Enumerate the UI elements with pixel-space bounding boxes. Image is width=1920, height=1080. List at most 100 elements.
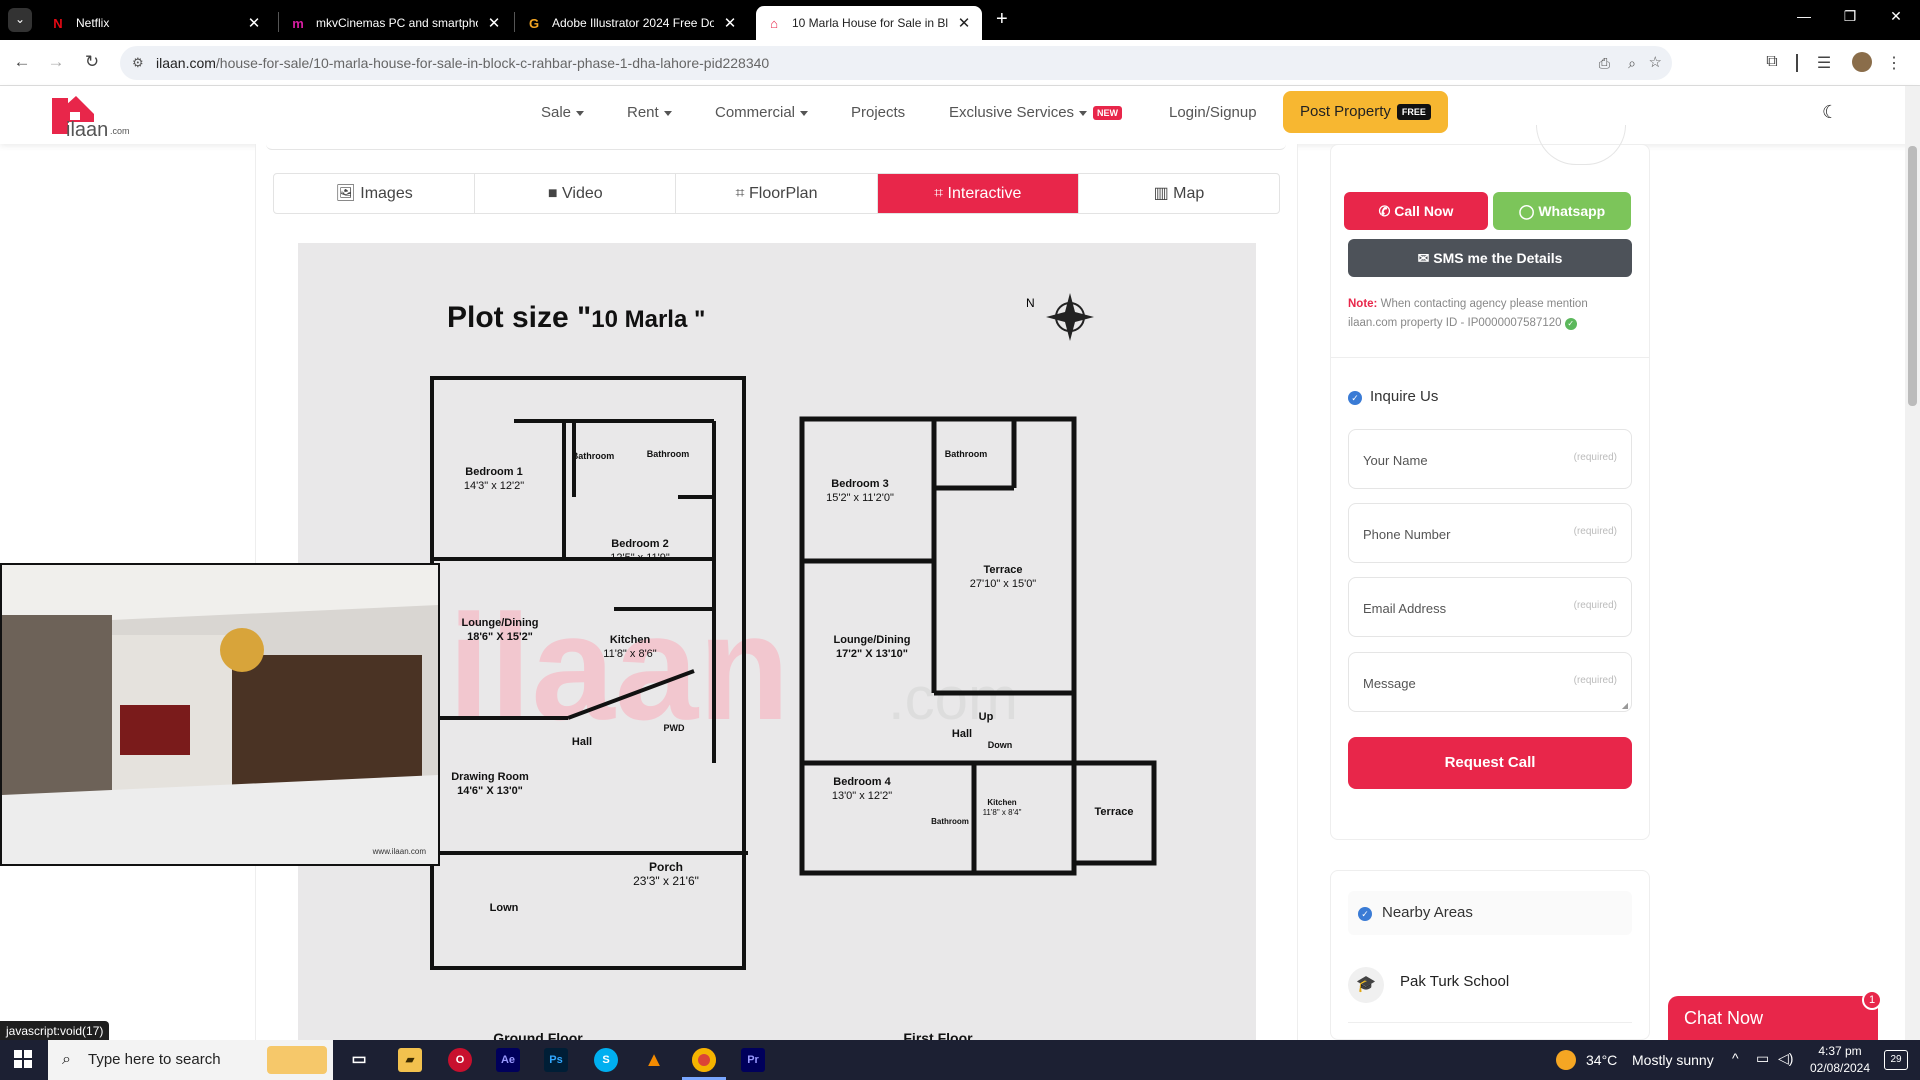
check-circle-icon: ✓ [1358,907,1372,921]
tab-title: 10 Marla House for Sale in Bloc [792,16,948,30]
room-name: Terrace [1095,806,1134,818]
tab-mkvcinemas[interactable]: m mkvCinemas PC and smartphon ✕ [280,6,512,40]
vlc-icon[interactable]: ▲ [642,1048,666,1072]
profile-avatar[interactable] [1852,52,1872,72]
browser-tab-strip: ⌄ N Netflix ✕ m mkvCinemas PC and smartp… [0,0,1920,40]
clock-date[interactable]: 02/08/2024 [1808,1061,1872,1075]
request-call-button[interactable]: Request Call [1348,737,1632,789]
skype-icon[interactable]: S [594,1048,618,1072]
network-icon[interactable]: ▭ [1756,1050,1769,1067]
room-name: PWD [664,723,685,733]
room-name: Terrace [984,564,1023,576]
room-size: 11'8" x 8'4" [983,808,1022,817]
phone-number-field[interactable]: Phone Number (required) [1348,503,1632,563]
nearby-item[interactable]: 🎓 Pak Turk School [1348,967,1632,1023]
windows-start-icon[interactable] [14,1050,32,1068]
install-app-icon[interactable]: ⎙ [1599,46,1610,80]
premiere-icon[interactable]: Pr [741,1048,765,1072]
contact-sidebar: ✆ Call Now ◯ Whatsapp ✉ SMS me the Detai… [1330,125,1650,840]
address-bar[interactable]: ⚙ ilaan.com/house-for-sale/10-marla-hous… [120,46,1672,80]
tab-netflix[interactable]: N Netflix ✕ [40,6,272,40]
room-name: Drawing Room [451,771,529,783]
svg-text:ilaan: ilaan [66,119,108,140]
nav-projects[interactable]: Projects [851,104,905,121]
whatsapp-button[interactable]: ◯ Whatsapp [1493,192,1631,230]
nav-rent[interactable]: Rent [627,104,672,121]
tray-chevron-icon[interactable]: ^ [1732,1050,1739,1066]
tab-ilaan[interactable]: ⌂ 10 Marla House for Sale in Bloc ✕ [756,6,982,40]
close-icon[interactable]: ✕ [956,14,972,32]
room-size: 27'10" x 15'0" [970,578,1037,590]
plot-size-label: Plot size " [447,301,591,334]
nearby-areas-header: ✓ Nearby Areas [1348,891,1632,935]
room-size: 12'5" x 11'9" [610,552,670,564]
extensions-icon[interactable]: ⧉ [1762,53,1782,71]
resize-handle-icon[interactable]: ◢ [1622,701,1628,710]
room-size: 17'2" X 13'10" [836,648,908,660]
tab-video[interactable]: ■ Video [475,174,677,213]
close-icon[interactable]: ✕ [246,14,262,32]
page-scrollbar[interactable] [1905,86,1920,1040]
restore-icon[interactable]: ❐ [1830,8,1870,32]
opera-icon[interactable]: O [448,1048,472,1072]
back-icon[interactable]: ← [12,52,32,72]
tab-interactive[interactable]: ⌗ Interactive [877,174,1079,213]
tab-images[interactable]: 🖼 Images [274,174,476,213]
clock-time[interactable]: 4:37 pm [1808,1044,1872,1058]
minimize-icon[interactable]: — [1784,8,1824,32]
chrome-icon[interactable] [692,1048,716,1072]
floor-plan-drawing: ilaan .com Plot size "10 Marla " N Bedro… [430,293,1157,1046]
interactive-icon: ⌗ [934,185,948,202]
nav-login-signup[interactable]: Login/Signup [1169,104,1257,121]
field-placeholder: Message [1363,676,1416,691]
browser-toolbar: ← → ↻ ⚙ ilaan.com/house-for-sale/10-marl… [0,40,1920,86]
close-window-icon[interactable]: ✕ [1876,8,1916,32]
site-info-icon[interactable]: ⚙ [132,46,144,80]
room-name: Bedroom 2 [611,538,668,550]
menu-icon[interactable]: ⋮ [1884,53,1904,73]
ilaan-logo[interactable]: ilaan .com [52,92,130,141]
watermark-com: .com [888,665,1018,732]
chevron-down-icon [576,110,585,116]
new-badge: NEW [1093,106,1123,121]
room-size: 15'2" x 11'2'0" [826,492,894,504]
sms-details-button[interactable]: ✉ SMS me the Details [1348,239,1632,277]
room-size: 14'3" x 12'2" [464,480,524,492]
forward-icon[interactable]: → [46,52,66,72]
task-view-icon[interactable]: ▭ [347,1048,371,1072]
scrollbar-thumb[interactable] [1908,146,1917,406]
nav-sale[interactable]: Sale [541,104,585,121]
tab-search-button[interactable]: ⌄ [8,8,32,32]
reading-list-icon[interactable]: ☰ [1814,53,1834,73]
your-name-field[interactable]: Your Name (required) [1348,429,1632,489]
call-now-button[interactable]: ✆ Call Now [1344,192,1488,230]
after-effects-icon[interactable]: Ae [496,1048,520,1072]
file-explorer-icon[interactable]: ▰ [398,1048,422,1072]
volume-icon[interactable]: ◁) [1778,1050,1793,1067]
reload-icon[interactable]: ↻ [82,52,102,72]
close-icon[interactable]: ✕ [722,14,738,32]
email-address-field[interactable]: Email Address (required) [1348,577,1632,637]
photoshop-icon[interactable]: Ps [544,1048,568,1072]
floor-plan-image[interactable]: ilaan .com Plot size "10 Marla " N Bedro… [298,243,1256,1046]
tab-title: Netflix [76,16,110,30]
new-tab-button[interactable]: + [996,8,1008,31]
dark-mode-icon[interactable]: ☾ [1822,102,1838,123]
nav-exclusive-services[interactable]: Exclusive Services NEW [949,104,1123,121]
tab-getintopc[interactable]: G Adobe Illustrator 2024 Free Do ✕ [516,6,748,40]
verified-icon: ✓ [1564,318,1577,330]
bookmark-star-icon[interactable]: ☆ [1649,46,1662,80]
chat-now-button[interactable]: Chat Now 1 [1668,990,1882,1040]
nav-commercial[interactable]: Commercial [715,104,809,121]
notification-icon[interactable]: 29 [1884,1050,1908,1070]
post-property-button[interactable]: Post Property FREE [1283,91,1448,133]
url-path: /house-for-sale/10-marla-house-for-sale-… [215,55,770,71]
zoom-icon[interactable]: ⌕ [1628,46,1636,80]
message-field[interactable]: Message (required) ◢ [1348,652,1632,712]
phone-icon: ✆ [1378,203,1395,219]
close-icon[interactable]: ✕ [486,14,502,32]
tab-map[interactable]: ▥ Map [1079,174,1279,213]
taskbar-search-box[interactable]: ⌕ Type here to search [48,1040,333,1080]
tab-floorplan[interactable]: ⌗ FloorPlan [676,174,878,213]
interior-photo-popup[interactable]: www.ilaan.com [0,563,440,866]
